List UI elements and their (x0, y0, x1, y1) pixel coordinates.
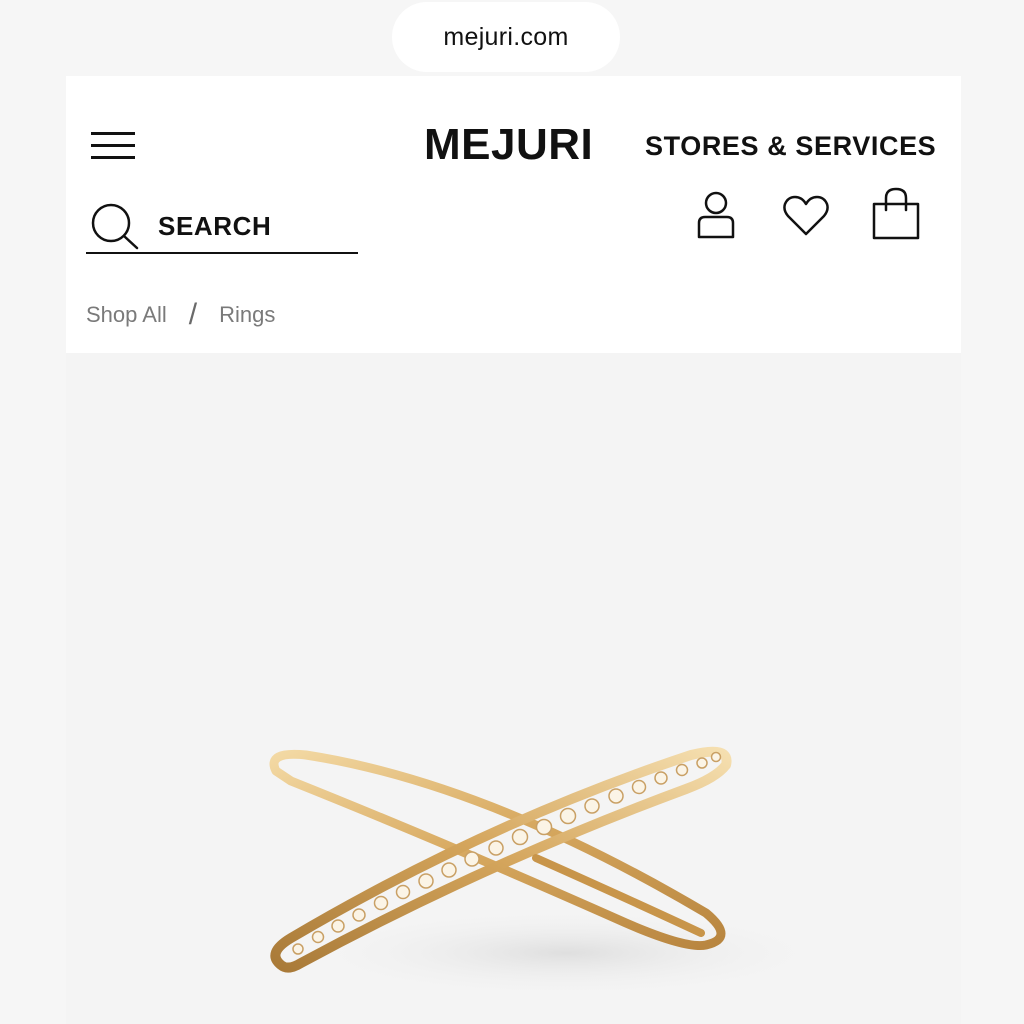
account-icon[interactable] (694, 190, 738, 247)
url-text: mejuri.com (443, 22, 569, 51)
breadcrumb-separator: / (188, 298, 198, 331)
menu-icon[interactable] (91, 130, 135, 160)
search-label: SEARCH (158, 211, 272, 241)
address-bar[interactable]: mejuri.com (392, 2, 620, 72)
stores-services-link[interactable]: STORES & SERVICES (645, 130, 936, 162)
page: mejuri.com MEJURI STORES & SERVICES SEAR… (0, 0, 1024, 1024)
site-logo[interactable]: MEJURI (424, 120, 593, 170)
breadcrumb-rings[interactable]: Rings (219, 302, 275, 328)
shopping-bag-icon[interactable] (870, 186, 922, 247)
ring-image (269, 746, 836, 998)
search-icon (91, 203, 139, 250)
breadcrumb-shop-all[interactable]: Shop All (86, 302, 167, 328)
heart-icon[interactable] (782, 194, 830, 243)
product-image[interactable] (66, 353, 961, 1024)
site-header: MEJURI STORES & SERVICES SEARCH Shop All… (66, 76, 961, 353)
breadcrumb: Shop All / Rings (86, 298, 275, 332)
search-input[interactable]: SEARCH (86, 200, 358, 254)
